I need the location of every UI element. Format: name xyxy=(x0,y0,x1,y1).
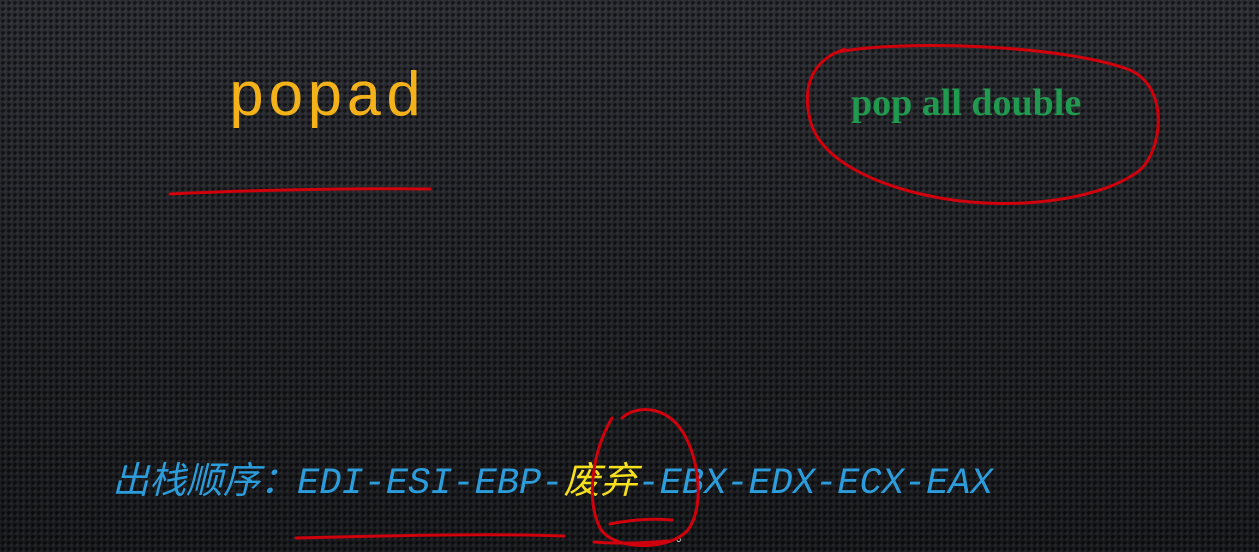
discarded-slot: 废弃 xyxy=(563,459,638,502)
pop-order-line: 出栈顺序：EDI-ESI-EBP-废弃-EBX-EDX-ECX-EAX xyxy=(112,462,993,503)
mnemonic-note: pop all double xyxy=(851,82,1082,124)
trailing-mark: 。 xyxy=(676,529,690,545)
pop-order-registers-rest: -EBX-EDX-ECX-EAX xyxy=(637,463,993,505)
slide: popad pop all double 出栈顺序：EDI-ESI-EBP-废弃… xyxy=(0,0,1259,552)
pop-order-registers-first: EDI-ESI-EBP- xyxy=(297,463,564,505)
discard-underline-stroke-lower xyxy=(592,539,670,545)
title-underline-stroke xyxy=(168,187,432,196)
note-circle-stroke xyxy=(805,44,1160,205)
pop-order-label: 出栈顺序： xyxy=(112,459,297,502)
discard-underline-stroke xyxy=(608,517,674,526)
slide-title: popad xyxy=(228,63,425,134)
registers-underline-stroke xyxy=(294,533,566,540)
